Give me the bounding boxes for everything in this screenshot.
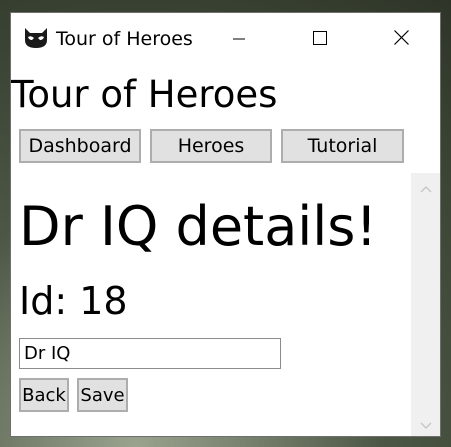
masked-hero-icon: [23, 27, 49, 49]
heroes-button[interactable]: Heroes: [150, 129, 272, 163]
hero-name-input[interactable]: [19, 338, 281, 369]
minimize-icon: [233, 30, 245, 49]
title-bar[interactable]: Tour of Heroes: [11, 13, 440, 65]
close-icon: [393, 29, 409, 49]
scroll-down-button[interactable]: [411, 410, 440, 436]
maximize-icon: [313, 30, 327, 49]
save-button[interactable]: Save: [77, 378, 128, 412]
close-button[interactable]: [378, 13, 424, 65]
window-title: Tour of Heroes: [56, 28, 193, 50]
app-window: Tour of Heroes Tour of Heroes Dashboard …: [10, 12, 441, 437]
tutorial-button[interactable]: Tutorial: [281, 129, 404, 163]
hero-id-label: Id: 18: [19, 279, 128, 323]
back-button[interactable]: Back: [19, 378, 69, 412]
hero-detail-title: Dr IQ details!: [19, 195, 378, 258]
chevron-up-icon: [420, 178, 432, 197]
minimize-button[interactable]: [216, 13, 262, 65]
scroll-up-button[interactable]: [411, 173, 440, 201]
vertical-scrollbar[interactable]: [411, 173, 440, 436]
dashboard-button[interactable]: Dashboard: [19, 129, 141, 163]
chevron-down-icon: [420, 415, 432, 434]
maximize-button[interactable]: [297, 13, 343, 65]
app-header-title: Tour of Heroes: [11, 73, 278, 116]
hero-detail-panel: Dr IQ details! Id: 18 Back Save: [11, 173, 411, 436]
